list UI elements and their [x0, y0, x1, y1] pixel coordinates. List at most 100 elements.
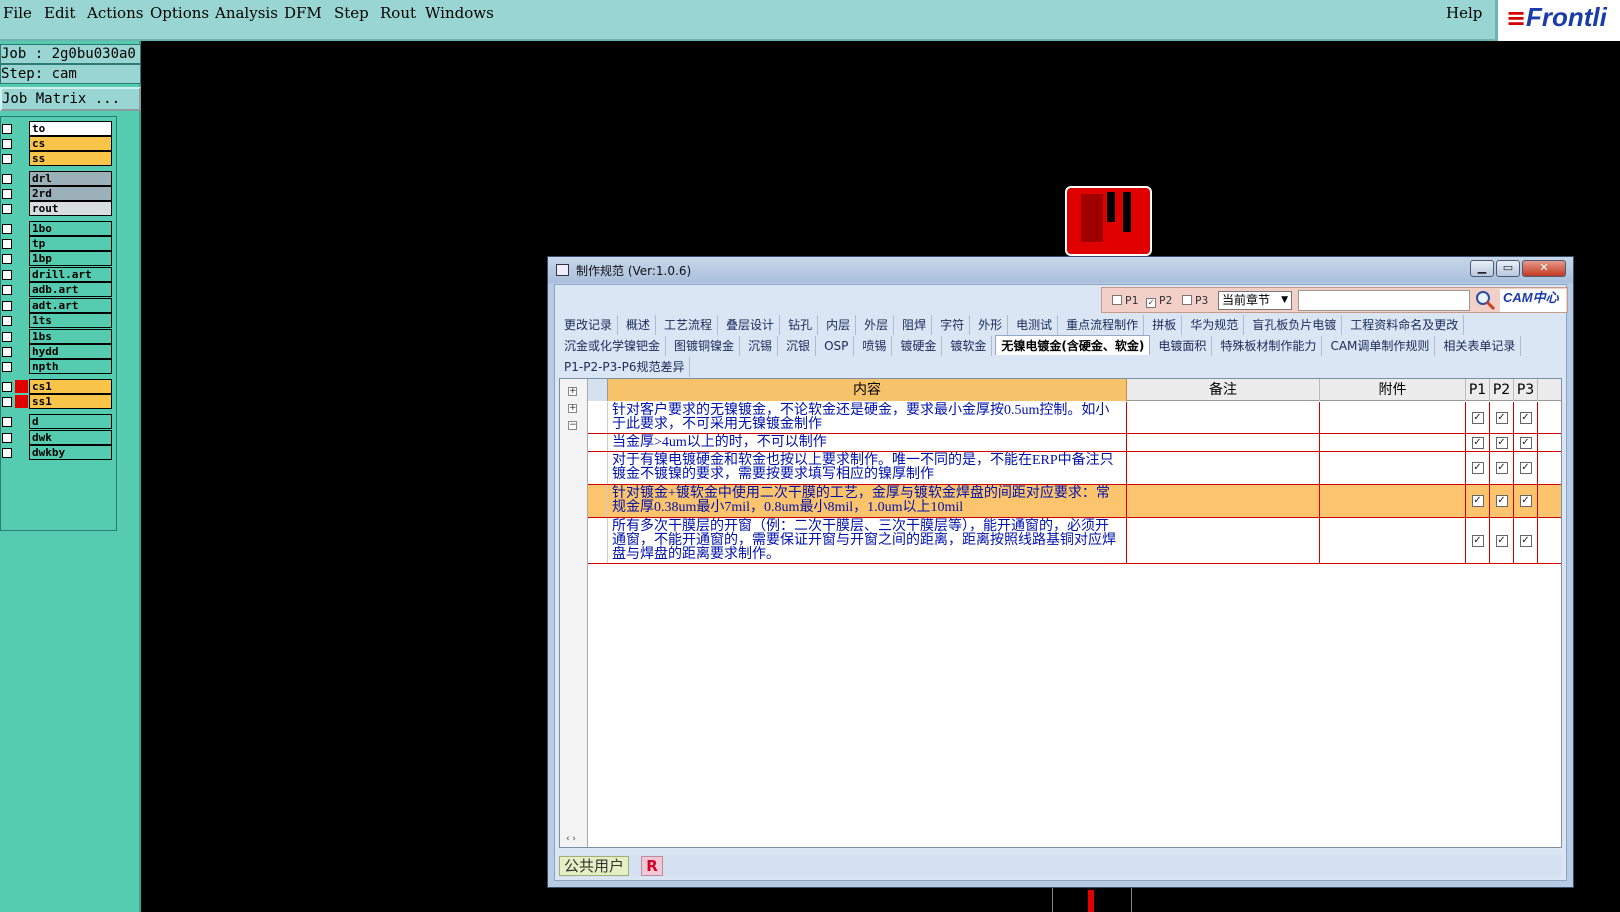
tab[interactable]: 沉银 — [781, 336, 817, 356]
layer-row[interactable]: 1bs — [1, 329, 114, 344]
menu-analysis[interactable]: Analysis — [215, 4, 278, 22]
menu-edit[interactable]: Edit — [44, 4, 75, 22]
tab[interactable]: 电测试 — [1011, 315, 1059, 335]
remark-cell[interactable] — [1127, 434, 1320, 451]
attachment-cell[interactable] — [1320, 518, 1466, 563]
table-row[interactable]: 针对客户要求的无镍镀金，不论软金还是硬金，要求最小金厚按0.5um控制。如小于此… — [588, 402, 1561, 434]
layer-checkbox[interactable] — [2, 301, 12, 311]
p1-cell[interactable]: ✓ — [1466, 402, 1490, 433]
menu-windows[interactable]: Windows — [425, 4, 494, 22]
layer-row[interactable]: 1bp — [1, 251, 114, 266]
menu-actions[interactable]: Actions — [87, 4, 143, 22]
p1-checkbox[interactable]: ✓ — [1471, 462, 1484, 474]
tab[interactable]: 内层 — [821, 315, 857, 335]
tab[interactable]: 工程资料命名及更改 — [1345, 315, 1465, 335]
p2-checkbox[interactable]: ✓ — [1495, 411, 1508, 424]
layer-checkbox[interactable] — [2, 174, 12, 184]
row-select-cell[interactable] — [588, 402, 608, 433]
layer-name[interactable]: ss1 — [29, 394, 112, 409]
layer-checkbox[interactable] — [2, 139, 12, 149]
p2-cell[interactable]: ✓ — [1490, 434, 1514, 451]
layer-checkbox[interactable] — [2, 285, 12, 295]
tab[interactable]: 叠层设计 — [721, 315, 781, 335]
layer-row[interactable]: 1bo — [1, 221, 114, 236]
remark-cell[interactable] — [1127, 402, 1320, 433]
col-header-remark[interactable]: 备注 — [1127, 379, 1320, 401]
layer-checkbox[interactable] — [2, 382, 12, 392]
layer-name[interactable]: rout — [29, 201, 112, 216]
attachment-cell[interactable] — [1320, 485, 1466, 517]
layer-name[interactable]: to — [29, 121, 112, 136]
layer-name[interactable]: 1bp — [29, 251, 112, 266]
remark-cell[interactable] — [1127, 452, 1320, 484]
layer-name[interactable]: adt.art — [29, 298, 112, 313]
layer-row[interactable]: cs — [1, 136, 114, 151]
layer-row[interactable]: ss — [1, 151, 114, 166]
layer-checkbox[interactable] — [2, 417, 12, 427]
menu-help[interactable]: Help — [1446, 4, 1482, 22]
p2-cell[interactable]: ✓ — [1490, 518, 1514, 563]
p1-checkbox[interactable] — [1112, 295, 1122, 305]
row-select-cell[interactable] — [588, 434, 608, 451]
layer-name[interactable]: cs — [29, 136, 112, 151]
menu-options[interactable]: Options — [150, 4, 209, 22]
layer-row[interactable]: tp — [1, 236, 114, 251]
p3-checkbox[interactable]: ✓ — [1519, 534, 1532, 547]
collapse-icon[interactable]: − — [568, 421, 577, 430]
layer-row[interactable]: cs1 — [1, 379, 114, 394]
layer-name[interactable]: 1ts — [29, 313, 112, 328]
table-row[interactable]: 所有多次干膜层的开窗（例：二次干膜层、三次干膜层等），能开通窗的，必须开通窗，不… — [588, 518, 1561, 564]
tab[interactable]: 沉锡 — [743, 336, 779, 356]
layer-name[interactable]: adb.art — [29, 282, 112, 297]
menu-dfm[interactable]: DFM — [284, 4, 322, 22]
p2-filter[interactable]: ✓ P2 — [1146, 294, 1172, 308]
tab[interactable]: 无镍电镀金(含硬金、软金) — [995, 335, 1151, 355]
layer-row[interactable]: drill.art — [1, 267, 114, 282]
layer-name[interactable]: drill.art — [29, 267, 112, 282]
p2-checkbox[interactable]: ✓ — [1495, 495, 1508, 507]
attachment-cell[interactable] — [1320, 402, 1466, 433]
layer-checkbox[interactable] — [2, 204, 12, 214]
layer-name[interactable]: tp — [29, 236, 112, 251]
tab[interactable]: 喷锡 — [857, 336, 893, 356]
tab[interactable]: 外形 — [973, 315, 1009, 335]
p3-cell[interactable]: ✓ — [1514, 402, 1538, 433]
content-cell[interactable]: 对于有镍电镀硬金和软金也按以上要求制作。唯一不同的是，不能在ERP中备注只镀金不… — [608, 452, 1127, 484]
tab[interactable]: P1-P2-P3-P6规范差异 — [559, 357, 691, 377]
layer-checkbox[interactable] — [2, 433, 12, 443]
dialog-titlebar[interactable]: 制作规范 (Ver:1.0.6) ▁ ▭ ✕ — [548, 257, 1573, 283]
tab[interactable]: 电镀面积 — [1153, 336, 1213, 356]
layer-checkbox[interactable] — [2, 189, 12, 199]
p1-checkbox[interactable]: ✓ — [1471, 534, 1484, 547]
p2-checkbox[interactable]: ✓ — [1495, 462, 1508, 474]
tab[interactable]: 镀软金 — [945, 336, 993, 356]
layer-row[interactable]: to — [1, 121, 114, 136]
tab[interactable]: 更改记录 — [559, 315, 619, 335]
layer-row[interactable]: npth — [1, 359, 114, 374]
attachment-cell[interactable] — [1320, 434, 1466, 451]
layer-row[interactable]: hydd — [1, 344, 114, 359]
p3-cell[interactable]: ✓ — [1514, 452, 1538, 484]
tab[interactable]: 钻孔 — [783, 315, 819, 335]
layer-checkbox[interactable] — [2, 448, 12, 458]
layer-row[interactable]: adb.art — [1, 282, 114, 297]
p3-checkbox[interactable]: ✓ — [1519, 495, 1532, 507]
table-row[interactable]: 对于有镍电镀硬金和软金也按以上要求制作。唯一不同的是，不能在ERP中备注只镀金不… — [588, 452, 1561, 485]
p3-checkbox[interactable] — [1182, 295, 1192, 305]
layer-row[interactable]: drl — [1, 171, 114, 186]
select-all-cell[interactable] — [588, 379, 608, 401]
tab[interactable]: 字符 — [935, 315, 971, 335]
col-header-attachment[interactable]: 附件 — [1320, 379, 1466, 401]
tab[interactable]: 图镀铜镍金 — [669, 336, 741, 356]
layer-row[interactable]: rout — [1, 201, 114, 216]
layer-name[interactable]: 1bo — [29, 221, 112, 236]
tab[interactable]: 华为规范 — [1185, 315, 1245, 335]
row-select-cell[interactable] — [588, 452, 608, 484]
layer-checkbox[interactable] — [2, 347, 12, 357]
p2-checkbox[interactable]: ✓ — [1146, 298, 1156, 308]
tab[interactable]: 外层 — [859, 315, 895, 335]
layer-row[interactable]: 1ts — [1, 313, 114, 328]
tab[interactable]: 工艺流程 — [659, 315, 719, 335]
layer-checkbox[interactable] — [2, 362, 12, 372]
p1-filter[interactable]: P1 — [1112, 294, 1138, 307]
